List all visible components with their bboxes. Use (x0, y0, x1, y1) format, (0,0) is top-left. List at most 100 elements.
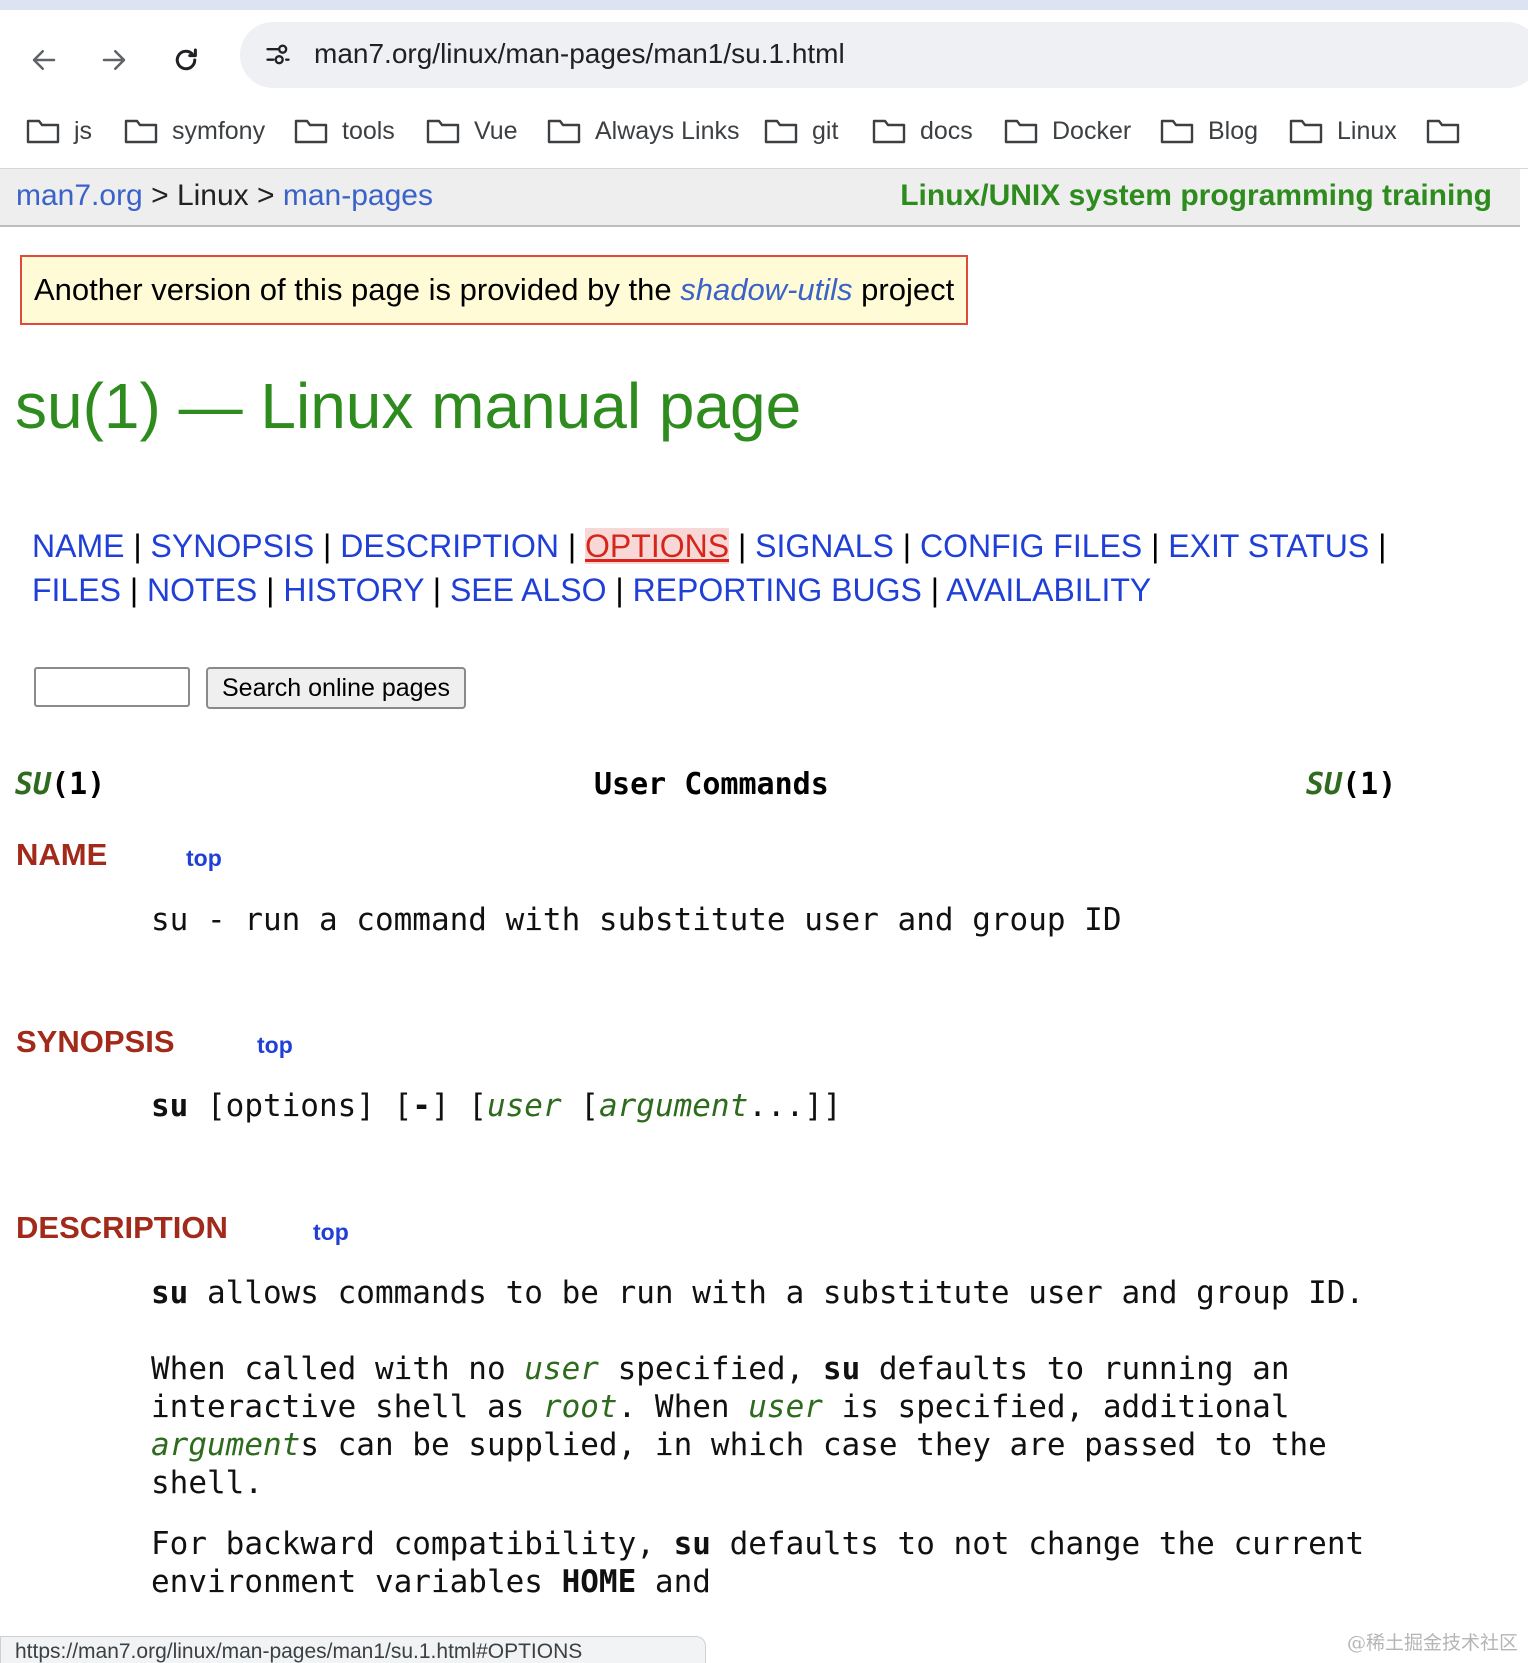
training-link[interactable]: Linux/UNIX system programming training (900, 179, 1492, 213)
toc-link-see-also[interactable]: SEE ALSO (450, 572, 607, 608)
paragraph-text: allows commands to be run with a substit… (188, 1275, 1365, 1311)
bookmark-label: Linux (1337, 116, 1397, 145)
paragraph-text: defaults to not change the current (710, 1526, 1365, 1562)
su-command: su (151, 1275, 189, 1311)
bookmark-label: docs (920, 116, 973, 145)
breadcrumb: man7.org > Linux > man-pages (16, 179, 433, 213)
man-header-right: SU(1) (1306, 767, 1396, 802)
synopsis-text: [ (561, 1088, 599, 1124)
folder-icon (26, 119, 60, 144)
synopsis-line: su [options] [-] [user [argument...]] (151, 1087, 842, 1125)
user-arg: user (524, 1351, 599, 1387)
toc-link-name[interactable]: NAME (32, 528, 124, 564)
paragraph-text: defaults to running an (860, 1351, 1290, 1387)
notice-suffix: project (852, 272, 955, 307)
su-command: su (673, 1526, 711, 1562)
toc-link-config-files[interactable]: CONFIG FILES (920, 528, 1142, 564)
section-heading-description: DESCRIPTION (16, 1210, 228, 1245)
breadcrumb-man-pages-link[interactable]: man-pages (283, 179, 433, 212)
watermark: @稀土掘金技术社区 (1346, 1632, 1518, 1654)
site-info-icon[interactable] (258, 35, 298, 75)
bookmark-folder-symfony[interactable]: symfony (124, 106, 265, 156)
paragraph-text: environment variables (151, 1564, 562, 1600)
paragraph-text: . When (617, 1389, 749, 1425)
paragraph-text: interactive shell as (151, 1389, 543, 1425)
address-bar[interactable]: man7.org/linux/man-pages/man1/su.1.html (240, 22, 1528, 88)
toc-link-signals[interactable]: SIGNALS (755, 528, 894, 564)
section-toc: NAME | SYNOPSIS | DESCRIPTION | OPTIONS … (32, 528, 1387, 608)
name-description: su - run a command with substitute user … (151, 902, 1122, 938)
bookmark-label: tools (342, 116, 395, 145)
folder-icon (547, 119, 581, 144)
page-title: su(1) — Linux manual page (15, 370, 802, 442)
search-input[interactable] (34, 667, 190, 707)
toc-link-synopsis[interactable]: SYNOPSIS (151, 528, 315, 564)
bookmark-label: Always Links (595, 116, 740, 145)
paragraph-text: shell. (151, 1465, 263, 1501)
folder-icon (1004, 119, 1038, 144)
back-arrow-icon[interactable] (24, 40, 64, 80)
folder-icon (294, 119, 328, 144)
top-link[interactable]: top (186, 845, 222, 872)
toc-link-history[interactable]: HISTORY (283, 572, 424, 608)
url-text[interactable]: man7.org/linux/man-pages/man1/su.1.html (314, 38, 845, 70)
breadcrumb-section: Linux (176, 179, 249, 212)
root-term: root (542, 1389, 618, 1425)
top-link[interactable]: top (257, 1032, 293, 1059)
bookmark-folder-js[interactable]: js (26, 106, 92, 156)
reload-icon[interactable] (166, 40, 206, 80)
link-status-bar: https://man7.org/linux/man-pages/man1/su… (0, 1636, 706, 1663)
toc-link-availability[interactable]: AVAILABILITY (946, 572, 1151, 608)
folder-icon (764, 119, 798, 144)
alternate-version-notice: Another version of this page is provided… (20, 255, 969, 325)
paragraph-text: is specified, additional (822, 1389, 1290, 1425)
bookmark-folder-docker[interactable]: Docker (1004, 106, 1131, 156)
man-header-left-name: SU (15, 767, 52, 802)
man-header-right-name: SU (1306, 767, 1343, 802)
browser-toolbar: man7.org/linux/man-pages/man1/su.1.html … (0, 10, 1528, 169)
folder-icon (872, 119, 906, 144)
paragraph-text: and (636, 1564, 711, 1600)
toc-link-exit-status[interactable]: EXIT STATUS (1168, 528, 1369, 564)
bookmark-folder-linux[interactable]: Linux (1289, 106, 1397, 156)
bookmark-folder-always-links[interactable]: Always Links (547, 106, 740, 156)
bookmark-folder-blog[interactable]: Blog (1160, 106, 1258, 156)
home-variable: HOME (561, 1564, 637, 1600)
folder-icon (1289, 119, 1323, 144)
toc-link-description[interactable]: DESCRIPTION (340, 528, 559, 564)
breadcrumb-bar: man7.org > Linux > man-pages Linux/UNIX … (0, 169, 1520, 227)
breadcrumb-separator: > (142, 179, 177, 212)
bookmark-folder-tools[interactable]: tools (294, 106, 395, 156)
synopsis-argument: argument (598, 1088, 749, 1124)
synopsis-user: user (486, 1088, 562, 1124)
forward-arrow-icon[interactable] (94, 40, 134, 80)
bookmark-folder-vue[interactable]: Vue (426, 106, 518, 156)
folder-icon (426, 119, 460, 144)
folder-icon (1160, 119, 1194, 144)
top-link[interactable]: top (313, 1219, 349, 1246)
man-header-center: User Commands (594, 767, 829, 802)
notice-prefix: Another version of this page is provided… (34, 272, 681, 307)
toc-link-reporting-bugs[interactable]: REPORTING BUGS (633, 572, 922, 608)
bookmark-label: js (74, 116, 93, 145)
bookmark-folder-git[interactable]: git (764, 106, 838, 156)
man-header-right-section: (1) (1342, 767, 1397, 802)
su-command: su (822, 1351, 861, 1387)
section-heading-synopsis: SYNOPSIS (16, 1024, 175, 1059)
synopsis-command: su (151, 1088, 189, 1124)
shadow-utils-link[interactable]: shadow-utils (680, 272, 852, 307)
toc-link-notes[interactable]: NOTES (147, 572, 257, 608)
toc-link-files[interactable]: FILES (32, 572, 121, 608)
synopsis-text: ] [ (430, 1088, 487, 1124)
bookmark-folder-overflow[interactable] (1426, 106, 1474, 156)
search-online-pages-button[interactable]: Search online pages (206, 667, 466, 709)
breadcrumb-home-link[interactable]: man7.org (16, 179, 143, 212)
bookmark-label: symfony (172, 116, 266, 145)
window-top-strip (0, 0, 1528, 10)
bookmark-folder-docs[interactable]: docs (872, 106, 973, 156)
toc-link-options[interactable]: OPTIONS (585, 528, 730, 564)
argument-arg: argument (151, 1427, 301, 1463)
paragraph-text: specified, (598, 1351, 823, 1387)
synopsis-text: [options] [ (188, 1088, 413, 1124)
description-paragraph-3: For backward compatibility, su defaults … (151, 1525, 1364, 1601)
